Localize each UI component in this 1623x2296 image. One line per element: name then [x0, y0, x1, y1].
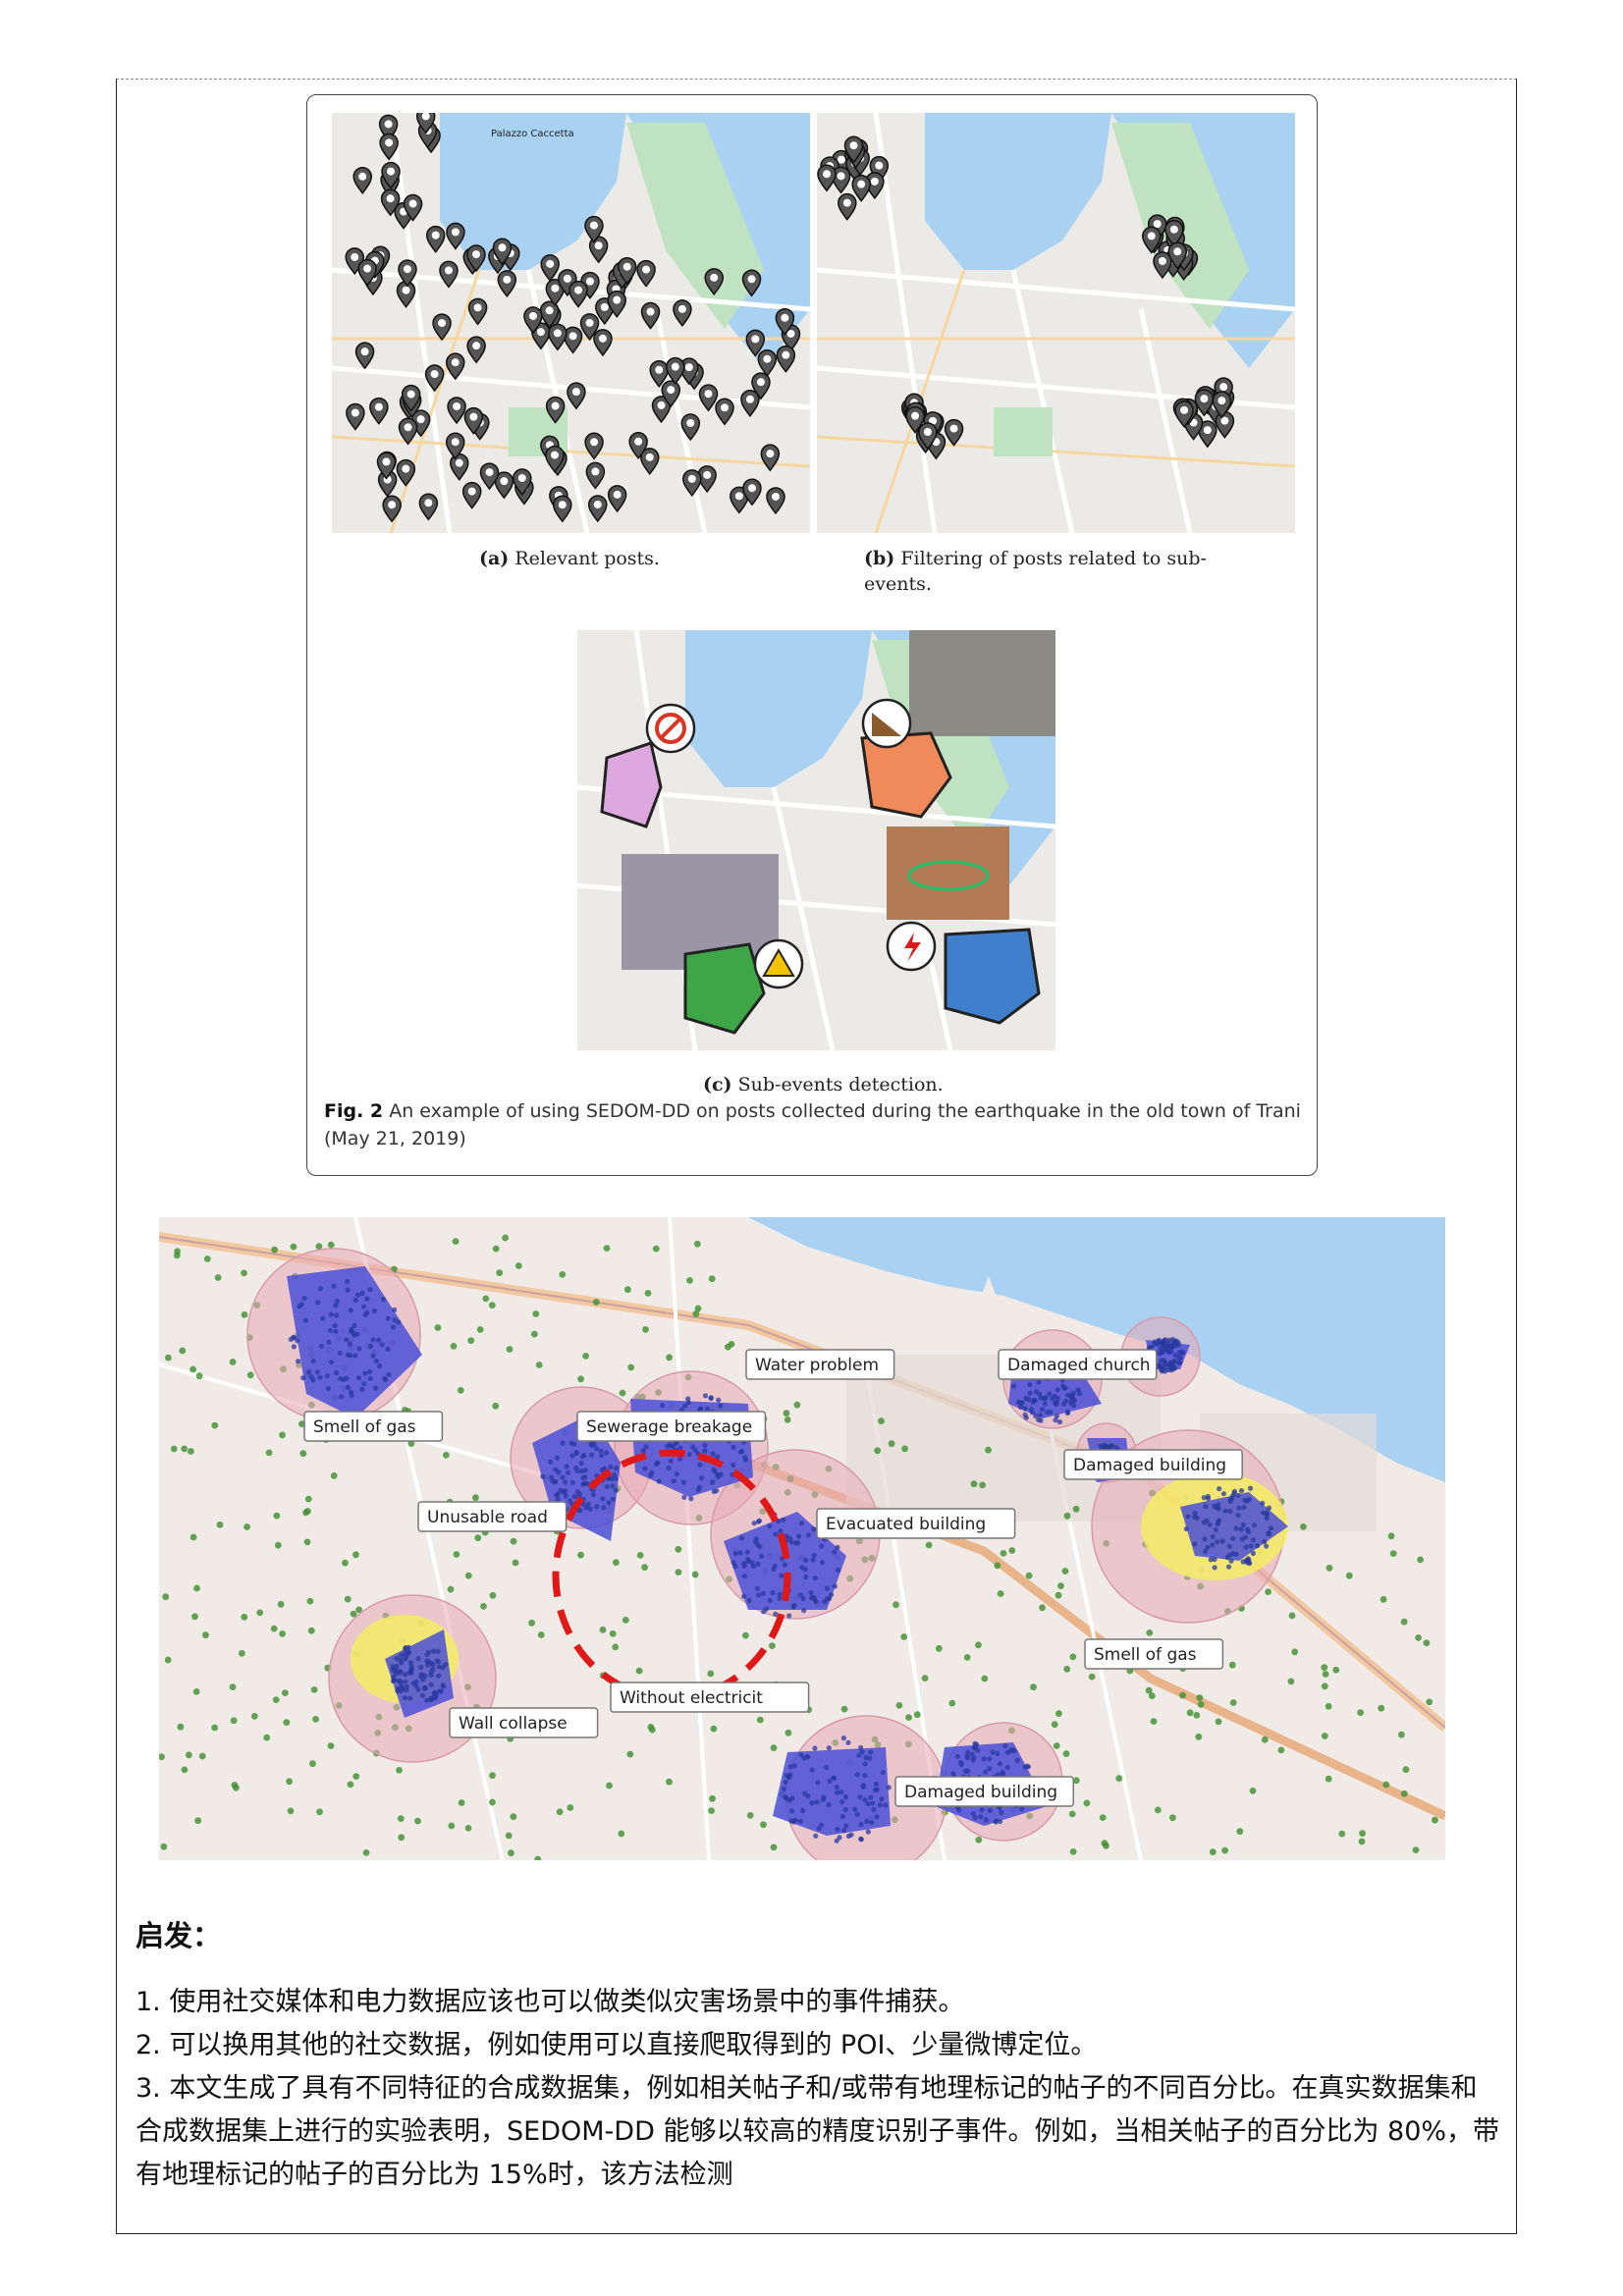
event-label: Damaged building: [904, 1783, 1057, 1802]
event-label: Unusable road: [427, 1508, 548, 1527]
caption-b-tag: (b): [864, 548, 895, 569]
caption-a-tag: (a): [479, 548, 510, 569]
notes-section: 启发： 1. 使用社交媒体和电力数据应该也可以做类似灾害场景中的事件捕获。 2.…: [135, 1914, 1500, 2197]
note-item-2: 2. 可以换用其他的社交数据，例如使用可以直接爬取得到的 POI、少量微博定位。: [135, 2030, 1098, 2060]
caption-b: (b) Filtering of posts related to sub-ev…: [864, 546, 1257, 597]
figure-caption-label: Fig. 2: [324, 1100, 384, 1122]
event-label: Wall collapse: [459, 1714, 568, 1734]
photo-debris: [909, 630, 1055, 736]
note-item-1: 1. 使用社交媒体和电力数据应该也可以做类似灾害场景中的事件捕获。: [135, 1987, 965, 2017]
map-label-palazzo: Palazzo Caccetta: [491, 129, 574, 139]
event-map: Water problem Damaged church Smell of gas S…: [159, 1217, 1445, 1860]
caption-c: (c) Sub-events detection.: [703, 1072, 944, 1097]
event-label: Without electricit: [620, 1688, 763, 1708]
caption-b-text: Filtering of posts related to sub-events…: [864, 548, 1207, 595]
event-label: Water problem: [755, 1356, 879, 1375]
cluster-pink: [600, 741, 663, 828]
event-label: Evacuated building: [826, 1515, 986, 1534]
map-filtered-posts-graphic: [817, 113, 1295, 533]
notes-heading: 启发：: [135, 1919, 222, 1952]
caption-c-text: Sub-events detection.: [737, 1074, 944, 1095]
map-subevents-graphic: [577, 630, 1055, 1050]
map-relevant-posts: Palazzo Caccetta: [332, 113, 810, 533]
event-label: Sewerage breakage: [586, 1417, 752, 1437]
event-label: Smell of gas: [1094, 1645, 1197, 1665]
photo-road: [887, 827, 1009, 920]
note-item-3: 3. 本文生成了具有不同特征的合成数据集，例如相关帖子和/或带有地理标记的帖子的…: [135, 2073, 1500, 2190]
map-relevant-posts-graphic: Palazzo Caccetta: [332, 113, 810, 533]
event-label: Damaged church: [1007, 1356, 1151, 1375]
landslide-icon: [861, 698, 912, 749]
map-subevents: [577, 630, 1055, 1050]
map-filtered-posts: [817, 113, 1295, 533]
caption-a: (a) Relevant posts.: [479, 546, 660, 571]
caption-c-tag: (c): [703, 1074, 732, 1095]
event-label: Smell of gas: [313, 1417, 416, 1437]
caption-a-text: Relevant posts.: [514, 548, 660, 569]
event-map-graphic: Water problem Damaged church Smell of gas S…: [159, 1217, 1445, 1860]
event-label: Damaged building: [1073, 1456, 1226, 1475]
figure-caption: Fig. 2 An example of using SEDOM-DD on p…: [324, 1097, 1306, 1152]
figure-caption-text: An example of using SEDOM-DD on posts co…: [324, 1100, 1301, 1149]
